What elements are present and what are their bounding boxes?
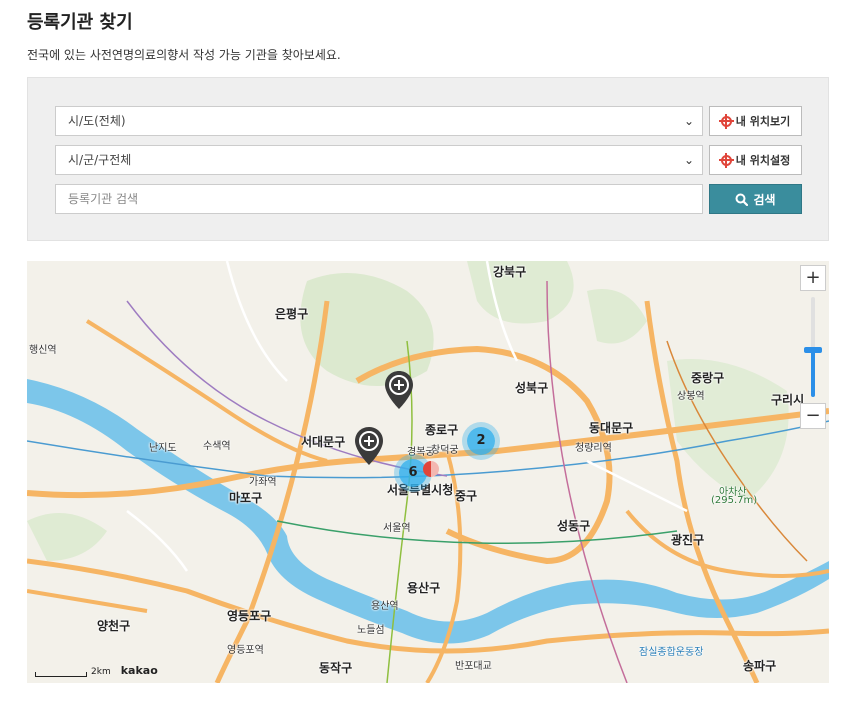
plus-marker-icon[interactable] bbox=[383, 369, 415, 411]
scale-bar bbox=[35, 672, 87, 677]
bridge-label: 반포대교 bbox=[455, 661, 492, 672]
plus-marker-icon[interactable] bbox=[353, 425, 385, 467]
district-label: 서대문구 bbox=[301, 435, 346, 449]
minor-road bbox=[586, 459, 688, 513]
district-label: 마포구 bbox=[229, 491, 263, 505]
chevron-down-icon: ⌄ bbox=[683, 153, 694, 167]
search-button-label: 검색 bbox=[753, 192, 776, 207]
cluster-marker[interactable]: 6 bbox=[399, 459, 427, 487]
minor-road bbox=[126, 510, 189, 572]
area-label: 난지도 bbox=[149, 443, 177, 454]
page-description: 전국에 있는 사전연명의료의향서 작성 가능 기관을 찾아보세요. bbox=[27, 48, 341, 62]
district-label: 송파구 bbox=[743, 659, 777, 673]
scale-label: 2km bbox=[91, 667, 111, 677]
park-label: 잠실종합운동장 bbox=[639, 647, 704, 658]
search-panel: 시/도(전체) ⌄ 내 위치보기 시/군/구전체 ⌄ 내 위치설정 등록기관 검… bbox=[27, 77, 829, 241]
map-brand-logo: kakao bbox=[120, 664, 158, 677]
station-label: 서울역 bbox=[383, 523, 411, 534]
keyword-search-input[interactable]: 등록기관 검색 bbox=[55, 184, 703, 214]
my-location-set-button[interactable]: 내 위치설정 bbox=[709, 145, 802, 175]
district-label: 중랑구 bbox=[691, 371, 725, 385]
mountain-height-label: (295.7m) bbox=[711, 495, 758, 506]
district-label: 동대문구 bbox=[589, 421, 634, 435]
sido-select-value: 시/도(전체) bbox=[68, 114, 126, 128]
district-label: 양천구 bbox=[97, 619, 131, 633]
zoom-in-button[interactable]: + bbox=[800, 265, 826, 291]
zoom-control: + − bbox=[800, 265, 826, 433]
station-label: 용산역 bbox=[371, 601, 399, 612]
district-label: 동작구 bbox=[319, 661, 353, 675]
district-label: 성동구 bbox=[557, 519, 591, 533]
sigungu-select[interactable]: 시/군/구전체 ⌄ bbox=[55, 145, 703, 175]
magnifier-icon bbox=[735, 193, 749, 206]
zoom-out-button[interactable]: − bbox=[800, 403, 826, 429]
area-label: 노들섬 bbox=[357, 625, 385, 636]
current-location-marker bbox=[423, 461, 439, 477]
my-location-set-label: 내 위치설정 bbox=[735, 154, 791, 167]
zoom-slider-handle[interactable] bbox=[804, 347, 822, 353]
crosshair-icon bbox=[718, 152, 734, 168]
district-label: 용산구 bbox=[407, 581, 441, 595]
mountain-area bbox=[27, 513, 107, 561]
zoom-level-fill bbox=[811, 351, 815, 397]
station-label: 가좌역 bbox=[249, 477, 277, 488]
station-label: 청량리역 bbox=[575, 443, 612, 454]
station-label: 수색역 bbox=[203, 441, 231, 452]
my-location-view-label: 내 위치보기 bbox=[735, 115, 791, 128]
station-label: 행신역 bbox=[29, 345, 57, 356]
search-button[interactable]: 검색 bbox=[709, 184, 802, 214]
map-view[interactable]: 강북구 은평구 성북구 중랑구 상봉역 구리시 종로구 서대문구 동대문구 청량… bbox=[27, 261, 829, 683]
my-location-view-button[interactable]: 내 위치보기 bbox=[709, 106, 802, 136]
station-label: 영등포역 bbox=[227, 645, 264, 656]
road bbox=[27, 589, 148, 613]
district-label: 강북구 bbox=[493, 265, 527, 279]
rail-line bbox=[276, 520, 678, 544]
district-label: 중구 bbox=[455, 489, 478, 503]
cluster-marker[interactable]: 2 bbox=[467, 427, 495, 455]
district-label: 영등포구 bbox=[227, 609, 272, 623]
station-label: 상봉역 bbox=[677, 391, 705, 402]
district-label: 성북구 bbox=[515, 381, 549, 395]
page-title: 등록기관 찾기 bbox=[27, 12, 133, 33]
landmark-label: 창덕궁 bbox=[431, 445, 459, 456]
road bbox=[625, 509, 829, 578]
district-label: 은평구 bbox=[275, 307, 309, 321]
crosshair-icon bbox=[718, 113, 734, 129]
district-label: 광진구 bbox=[671, 533, 705, 547]
sido-select[interactable]: 시/도(전체) ⌄ bbox=[55, 106, 703, 136]
map-scale: 2km kakao bbox=[35, 664, 158, 677]
district-label: 종로구 bbox=[425, 423, 459, 437]
mountain-area bbox=[587, 289, 647, 344]
chevron-down-icon: ⌄ bbox=[683, 114, 694, 128]
sigungu-select-value: 시/군/구전체 bbox=[68, 153, 132, 167]
